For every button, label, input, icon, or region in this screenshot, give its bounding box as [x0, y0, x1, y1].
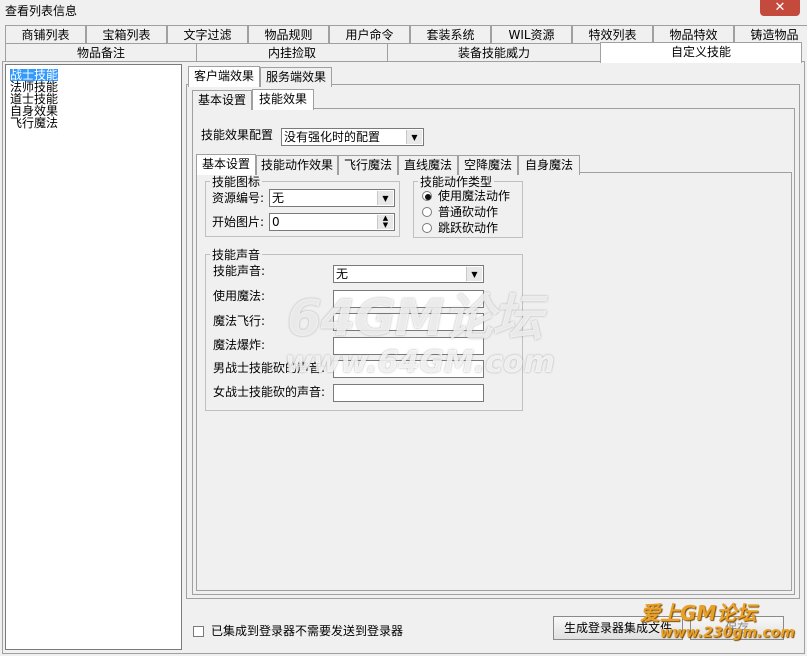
spinner-arrows-icon[interactable]: ▲ ▼ [377, 215, 393, 229]
start-image-value: 0 [272, 215, 280, 229]
tab-sub-action[interactable]: 技能动作效果 [256, 155, 338, 175]
tab-sub-airdrop[interactable]: 空降魔法 [458, 155, 518, 175]
top-tab[interactable]: 套装系统 [410, 25, 491, 45]
start-image-label: 开始图片: [212, 215, 265, 229]
tab-sub-self[interactable]: 自身魔法 [518, 155, 580, 175]
config-dropdown[interactable]: 没有强化时的配置 ▼ [281, 128, 424, 146]
radio-normal-action[interactable] [422, 207, 432, 217]
close-button[interactable]: ✕ [760, 0, 800, 16]
watermark-main: 64GM论坛 [287, 289, 542, 347]
top-tab[interactable]: 宝箱列表 [86, 25, 167, 45]
watermark-corner-1: 爱上GM论坛 [640, 601, 757, 625]
tab-server-effect[interactable]: 服务端效果 [260, 67, 332, 87]
tab-sub-fly[interactable]: 飞行魔法 [338, 155, 398, 175]
window-title: 查看列表信息 [5, 4, 78, 18]
top-tab[interactable]: 内挂捡取 [196, 43, 388, 63]
tab-client-effect[interactable]: 客户端效果 [188, 66, 260, 87]
config-value: 没有强化时的配置 [284, 130, 381, 144]
top-tab[interactable]: 商铺列表 [5, 25, 86, 45]
radio-jump-action[interactable] [422, 223, 432, 233]
use-magic-label: 使用魔法: [213, 289, 266, 303]
list-item[interactable]: 飞行魔法 [10, 117, 58, 129]
resource-label: 资源编号: [212, 191, 265, 205]
tab-basic-settings[interactable]: 基本设置 [192, 90, 252, 110]
radio-label: 跳跃砍动作 [438, 221, 499, 235]
magic-fly-label: 魔法飞行: [213, 314, 266, 328]
skill-icon-group-title: 技能图标 [210, 175, 263, 189]
title-bar [0, 0, 807, 20]
start-image-spinner[interactable]: 0 ▲ ▼ [269, 213, 395, 231]
action-type-group-title: 技能动作类型 [418, 175, 495, 189]
chevron-down-icon[interactable]: ▼ [377, 191, 393, 205]
integrated-checkbox-label: 已集成到登录器不需要发送到登录器 [211, 624, 404, 638]
female-sound-field[interactable] [333, 384, 484, 402]
top-tab[interactable]: WIL资源 [491, 25, 572, 45]
top-tab[interactable]: 物品规则 [248, 25, 329, 45]
resource-dropdown[interactable]: 无 ▼ [269, 189, 395, 207]
female-sound-label: 女战士技能砍的声音: [213, 385, 326, 399]
magic-explode-label: 魔法爆炸: [213, 338, 266, 352]
integrated-checkbox[interactable] [193, 626, 204, 637]
top-tab[interactable]: 自定义技能 [600, 42, 802, 63]
resource-value: 无 [272, 191, 285, 205]
tab-sub-basic[interactable]: 基本设置 [196, 154, 256, 175]
radio-label: 普通砍动作 [438, 205, 499, 219]
top-tab[interactable]: 用户命令 [329, 25, 410, 45]
top-tab[interactable]: 装备技能威力 [387, 43, 601, 63]
config-label: 技能效果配置 [201, 128, 274, 142]
skill-list[interactable]: 战士技能 法师技能 道士技能 自身效果 飞行魔法 [5, 64, 182, 650]
radio-magic-action[interactable] [422, 191, 432, 201]
sound-group-title: 技能声音 [210, 248, 263, 262]
top-tab[interactable]: 物品备注 [5, 43, 197, 63]
watermark-corner-2: www.230gm.com [660, 625, 795, 641]
chevron-down-icon[interactable]: ▼ [406, 130, 422, 144]
skill-sound-label: 技能声音: [213, 264, 266, 278]
tab-sub-line[interactable]: 直线魔法 [398, 155, 458, 175]
top-tab[interactable]: 文字过滤 [167, 25, 248, 45]
watermark-url: www.64GM.com [285, 345, 555, 380]
radio-label: 使用魔法动作 [438, 189, 511, 203]
tab-skill-effect[interactable]: 技能效果 [252, 89, 314, 110]
